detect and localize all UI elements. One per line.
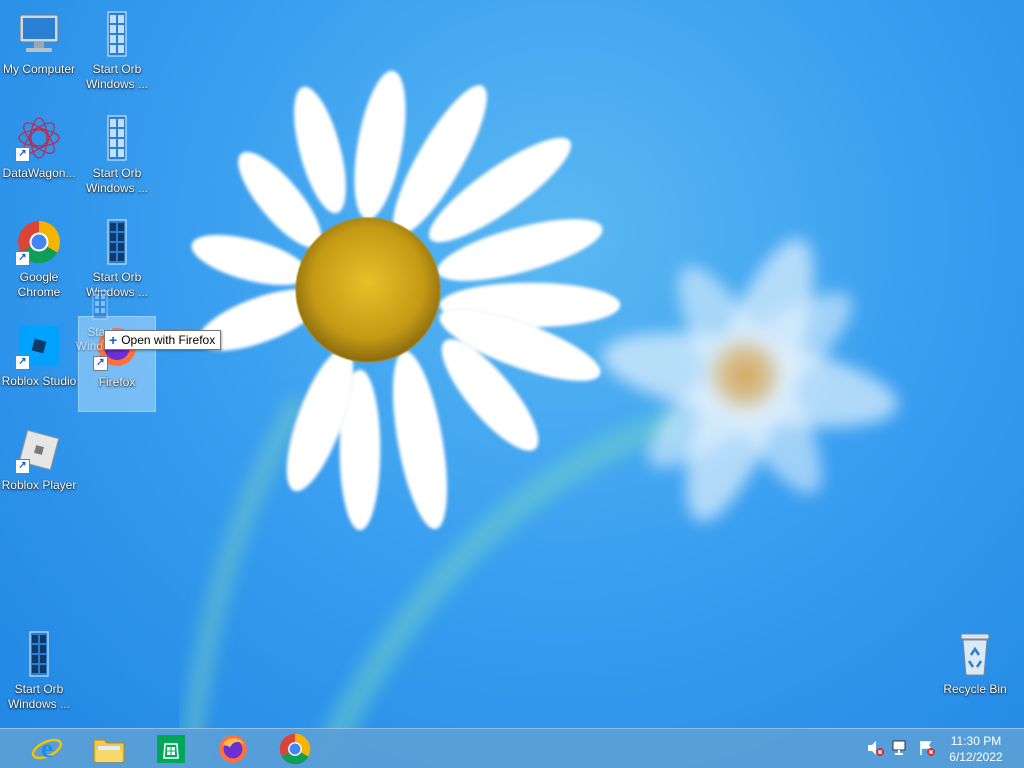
- svg-text:e: e: [41, 734, 53, 763]
- taskbar-file-explorer-button[interactable]: [80, 731, 138, 767]
- shortcut-arrow-icon: ↗: [15, 459, 30, 474]
- start-orb-icon: [93, 218, 141, 266]
- drag-tooltip-text: Open with Firefox: [121, 333, 216, 347]
- desktop-icon-label: Start Orb Windows ...: [85, 166, 148, 195]
- drag-tooltip: + Open with Firefox: [104, 330, 222, 350]
- desktop-icon-google-chrome[interactable]: ↗ Google Chrome: [0, 212, 78, 308]
- desktop-icon-label: Start Orb Windows ...: [85, 62, 148, 91]
- taskbar-internet-explorer-button[interactable]: e: [18, 731, 76, 767]
- desktop-icon-label: Firefox: [98, 375, 136, 389]
- store-icon: [157, 735, 185, 763]
- shortcut-arrow-icon: ↗: [15, 147, 30, 162]
- shortcut-arrow-icon: ↗: [15, 355, 30, 370]
- desktop-icon-start-orb-1[interactable]: Start Orb Windows ...: [78, 4, 156, 100]
- system-tray: [866, 739, 936, 757]
- taskbar-store-button[interactable]: [142, 731, 200, 767]
- desktop-icon-start-orb-4[interactable]: Start Orb Windows ...: [0, 624, 78, 720]
- desktop-icon-label: Roblox Player: [1, 478, 77, 492]
- desktop[interactable]: My Computer Start Orb Windows ... ↗ Data…: [0, 0, 1024, 768]
- start-orb-icon: [92, 290, 108, 320]
- desktop-icon-roblox-studio[interactable]: ↗ Roblox Studio: [0, 316, 78, 412]
- firefox-icon: [219, 735, 247, 763]
- desktop-icon-label: Roblox Studio: [1, 374, 77, 388]
- roblox-player-icon: ↗: [15, 426, 63, 474]
- action-center-icon[interactable]: [918, 739, 936, 757]
- taskbar: e 11:30 PM 6/12/2022: [0, 728, 1024, 768]
- internet-explorer-icon: e: [31, 734, 63, 763]
- chrome-icon: [279, 733, 311, 765]
- clock-time: 11:30 PM: [950, 734, 1002, 748]
- desktop-icon-label: My Computer: [2, 62, 76, 76]
- volume-muted-icon[interactable]: [866, 739, 884, 757]
- chrome-icon: ↗: [15, 218, 63, 266]
- taskbar-firefox-button[interactable]: [204, 731, 262, 767]
- taskbar-clock[interactable]: 11:30 PM 6/12/2022: [940, 733, 1012, 765]
- network-icon[interactable]: [892, 739, 910, 757]
- start-orb-icon: [15, 630, 63, 678]
- folder-icon: [93, 739, 125, 763]
- desktop-icon-label: DataWagon...: [2, 166, 76, 180]
- desktop-icon-label: Recycle Bin: [943, 682, 1007, 696]
- desktop-icon-start-orb-2[interactable]: Start Orb Windows ...: [78, 108, 156, 204]
- desktop-icon-recycle-bin[interactable]: Recycle Bin: [936, 624, 1014, 720]
- computer-icon: [15, 10, 63, 58]
- desktop-icon-label: Google Chrome: [17, 270, 61, 299]
- start-orb-icon: [93, 114, 141, 162]
- recycle-bin-icon: [951, 630, 999, 678]
- desktop-icon-my-computer[interactable]: My Computer: [0, 4, 78, 100]
- taskbar-chrome-button[interactable]: [266, 731, 324, 767]
- desktop-icon-label: Start Orb Windows ...: [7, 682, 70, 711]
- roblox-studio-icon: ↗: [15, 322, 63, 370]
- shortcut-arrow-icon: ↗: [15, 251, 30, 266]
- clock-date: 6/12/2022: [949, 750, 1003, 764]
- plus-icon: +: [109, 332, 118, 348]
- start-orb-icon: [93, 10, 141, 58]
- desktop-icon-datawagon[interactable]: ↗ DataWagon...: [0, 108, 78, 204]
- drag-ghost: Start Windows ...: [70, 290, 130, 367]
- datawagon-icon: ↗: [15, 114, 63, 162]
- desktop-icon-roblox-player[interactable]: ↗ Roblox Player: [0, 420, 78, 516]
